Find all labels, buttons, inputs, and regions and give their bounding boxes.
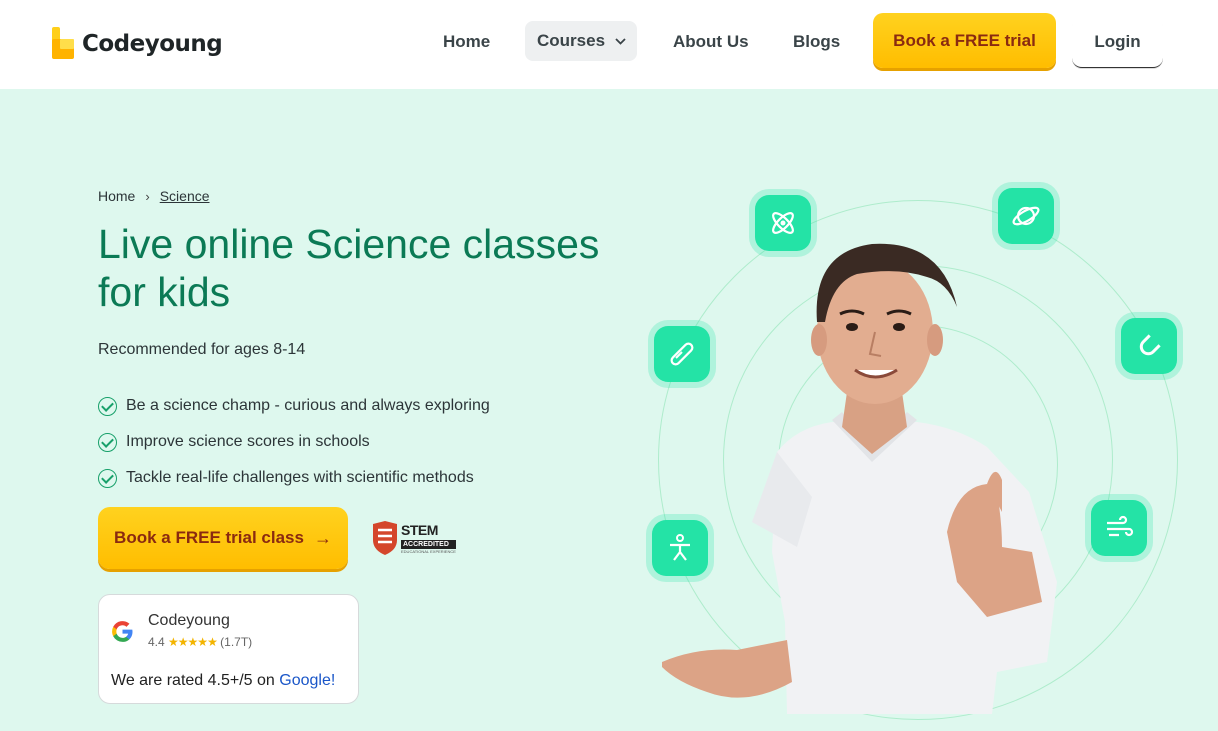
benefit-text: Tackle real-life challenges with scienti… xyxy=(126,469,474,486)
book-free-trial-button[interactable]: Book a FREE trial xyxy=(873,13,1056,68)
age-recommendation: Recommended for ages 8-14 xyxy=(98,341,306,358)
benefit-text: Improve science scores in schools xyxy=(126,433,370,450)
breadcrumb-science[interactable]: Science xyxy=(160,188,210,204)
arrow-right-icon: → xyxy=(313,527,332,548)
nav-courses-dropdown[interactable]: Courses xyxy=(525,21,637,61)
review-rating: 4.4 ★★★★★ (1.7T) xyxy=(148,635,252,649)
login-button[interactable]: Login xyxy=(1072,16,1163,68)
breadcrumb-home[interactable]: Home xyxy=(98,188,135,204)
logo-text: Codeyoung xyxy=(82,31,223,57)
google-review-card[interactable]: Codeyoung 4.4 ★★★★★ (1.7T) We are rated … xyxy=(98,594,359,704)
codeyoung-logo[interactable]: Codeyoung xyxy=(50,24,223,64)
google-link[interactable]: Google! xyxy=(279,672,335,689)
nav-blogs[interactable]: Blogs xyxy=(793,32,840,52)
breadcrumb: Home › Science xyxy=(98,188,210,204)
check-circle-icon xyxy=(98,396,117,416)
logo-mark-icon xyxy=(50,27,76,61)
review-brand-name: Codeyoung xyxy=(148,612,230,629)
page-title: Live online Science classes for kids xyxy=(98,221,600,315)
accredited-label: ACCREDITED xyxy=(401,539,456,549)
cta-label: Book a FREE trial class xyxy=(114,528,304,547)
shield-icon xyxy=(372,520,398,556)
chevron-right-icon: › xyxy=(145,188,150,204)
google-icon xyxy=(112,621,133,642)
rating-score: 4.4 xyxy=(148,635,165,649)
check-circle-icon xyxy=(98,468,117,488)
nav-home[interactable]: Home xyxy=(443,32,490,52)
rated-prefix: We are rated 4.5+/5 on xyxy=(111,672,275,689)
rated-text: We are rated 4.5+/5 on Google! xyxy=(111,672,335,690)
benefit-text: Be a science champ - curious and always … xyxy=(126,397,490,414)
magnet-icon xyxy=(1121,318,1177,374)
nav-courses-label: Courses xyxy=(537,31,606,50)
benefits-list: Be a science champ - curious and always … xyxy=(98,388,490,496)
list-item: Tackle real-life challenges with scienti… xyxy=(98,460,490,496)
student-thumbs-up-image xyxy=(662,243,1057,714)
star-rating-icon: ★★★★★ xyxy=(168,635,218,649)
wind-icon xyxy=(1091,500,1147,556)
chevron-down-icon xyxy=(615,34,626,48)
badge-caption: EDUCATIONAL EXPERIENCE xyxy=(401,548,456,554)
list-item: Improve science scores in schools xyxy=(98,424,490,460)
site-header: Codeyoung Home Courses About Us Blogs Bo… xyxy=(0,0,1218,89)
nav-about-us[interactable]: About Us xyxy=(673,32,749,52)
book-free-trial-class-button[interactable]: Book a FREE trial class → xyxy=(98,507,348,569)
review-count: (1.7T) xyxy=(220,635,253,649)
check-circle-icon xyxy=(98,432,117,452)
stem-accredited-badge: STEM ACCREDITED EDUCATIONAL EXPERIENCE xyxy=(372,518,458,558)
list-item: Be a science champ - curious and always … xyxy=(98,388,490,424)
stem-word: STEM xyxy=(401,521,438,538)
